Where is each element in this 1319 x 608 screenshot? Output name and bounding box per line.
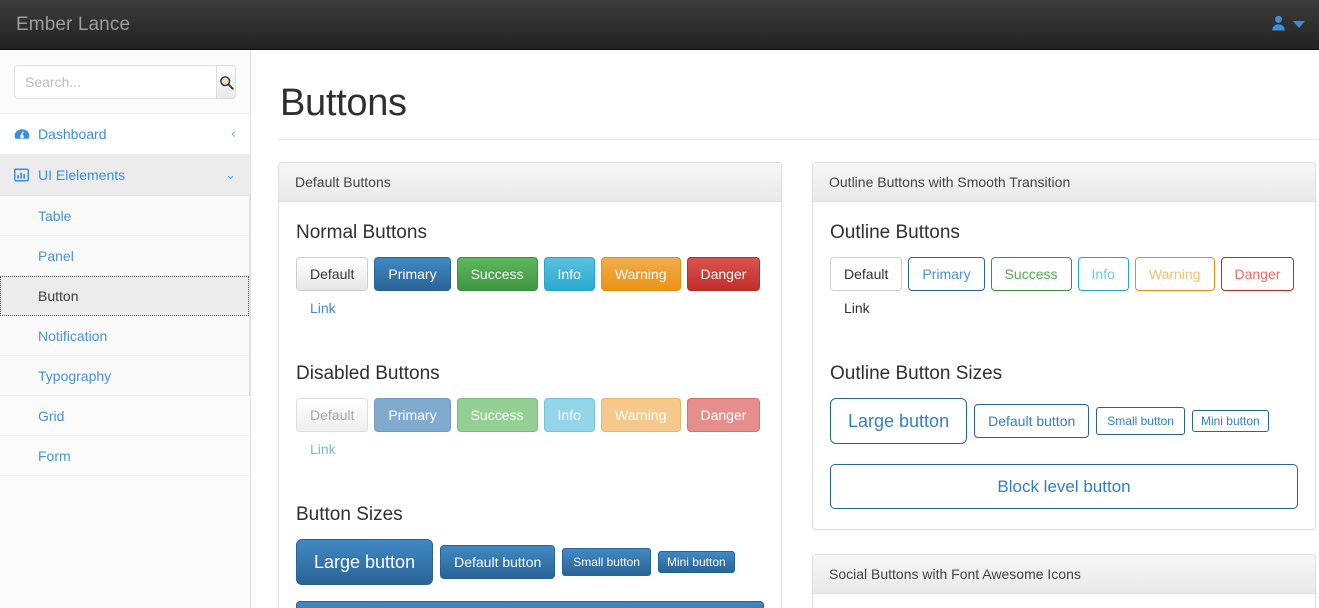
- section-title-disabled-buttons: Disabled Buttons: [296, 363, 440, 384]
- dashboard-icon: [14, 128, 36, 141]
- outline-button-sizes-row: Large button Default button Small button…: [830, 398, 1298, 444]
- panel-body: [813, 594, 1315, 608]
- mini-button[interactable]: Mini button: [657, 551, 735, 573]
- sidebar-subitem-label: Grid: [38, 407, 65, 424]
- page-title: Buttons: [280, 82, 407, 124]
- outline-success-button[interactable]: Success: [990, 257, 1072, 291]
- sidebar-subitem-label: Table: [38, 207, 72, 224]
- navbar-right-group: [1271, 0, 1319, 50]
- sidebar: Dashboard ‹ UI Elelements ⌄ Table Panel …: [0, 50, 251, 608]
- warning-button[interactable]: Warning: [600, 257, 681, 291]
- section-title-outline-buttons: Outline Buttons: [830, 222, 960, 243]
- panels-row: Default Buttons Normal Buttons Default P…: [252, 140, 1319, 608]
- chevron-down-icon[interactable]: ⌄: [225, 169, 236, 182]
- large-button[interactable]: Large button: [296, 539, 434, 585]
- block-level-button[interactable]: Block level button: [296, 601, 764, 608]
- caret-down-icon[interactable]: [1293, 21, 1305, 28]
- primary-button[interactable]: Primary: [374, 257, 451, 291]
- chevron-left-icon[interactable]: ‹: [231, 128, 236, 141]
- outline-large-button[interactable]: Large button: [830, 398, 968, 444]
- section-title-outline-button-sizes: Outline Button Sizes: [830, 363, 1003, 384]
- outline-primary-button[interactable]: Primary: [908, 257, 985, 291]
- panel-heading: Default Buttons: [279, 163, 781, 202]
- disabled-link-button: Link: [296, 432, 350, 466]
- search-input[interactable]: [14, 65, 216, 99]
- success-button[interactable]: Success: [456, 257, 538, 291]
- sidebar-subitem-label: Button: [38, 287, 79, 304]
- outline-warning-button[interactable]: Warning: [1134, 257, 1215, 291]
- sidebar-subitem-label: Notification: [38, 327, 108, 344]
- main-content: Buttons Default Buttons Normal Buttons D…: [252, 50, 1319, 608]
- outline-link-button[interactable]: Link: [830, 291, 884, 325]
- normal-link-row: Link: [296, 291, 764, 325]
- default-size-button[interactable]: Default button: [440, 545, 556, 579]
- sidebar-item-table[interactable]: Table: [0, 196, 249, 236]
- normal-buttons-row: Default Primary Success Info Warning Dan…: [296, 257, 764, 291]
- sidebar-item-notification[interactable]: Notification: [0, 316, 249, 356]
- disabled-warning-button: Warning: [600, 398, 681, 432]
- outline-danger-button[interactable]: Danger: [1220, 257, 1295, 291]
- sidebar-item-label: Dashboard: [38, 126, 107, 142]
- search-icon: [219, 75, 234, 90]
- outline-info-button[interactable]: Info: [1077, 257, 1129, 291]
- sidebar-search: [0, 50, 250, 113]
- button-sizes-row: Large button Default button Small button…: [296, 539, 764, 585]
- brand-title[interactable]: Ember Lance: [0, 15, 130, 34]
- sidebar-item-ui-elements[interactable]: UI Elelements ⌄: [0, 155, 250, 196]
- search-button[interactable]: [216, 65, 236, 99]
- disabled-buttons-row: Default Primary Success Info Warning Dan…: [296, 398, 764, 432]
- default-button[interactable]: Default: [296, 257, 369, 291]
- disabled-link-row: Link: [296, 432, 764, 466]
- sidebar-item-typography[interactable]: Typography: [0, 356, 249, 396]
- sidebar-submenu-tail: Grid Form: [0, 396, 250, 476]
- info-button[interactable]: Info: [543, 257, 595, 291]
- sidebar-nav: Dashboard ‹ UI Elelements ⌄: [0, 113, 250, 196]
- sidebar-item-button[interactable]: Button: [0, 276, 249, 316]
- outline-small-button[interactable]: Small button: [1096, 407, 1185, 435]
- sidebar-item-dashboard[interactable]: Dashboard ‹: [0, 114, 250, 155]
- outline-block-level-button[interactable]: Block level button: [830, 464, 1298, 509]
- small-button[interactable]: Small button: [562, 548, 651, 576]
- danger-button[interactable]: Danger: [686, 257, 761, 291]
- panel-body: Outline Buttons Default Primary Success …: [813, 202, 1315, 529]
- panel-heading: Social Buttons with Font Awesome Icons: [813, 555, 1315, 594]
- outline-default-button[interactable]: Default: [830, 257, 903, 291]
- outline-buttons-panel: Outline Buttons with Smooth Transition O…: [812, 162, 1316, 530]
- disabled-info-button: Info: [543, 398, 595, 432]
- sidebar-item-form[interactable]: Form: [0, 436, 250, 476]
- section-title-button-sizes: Button Sizes: [296, 504, 403, 525]
- right-column: Outline Buttons with Smooth Transition O…: [812, 162, 1316, 608]
- default-buttons-panel: Default Buttons Normal Buttons Default P…: [278, 162, 782, 608]
- panel-body: Normal Buttons Default Primary Success I…: [279, 202, 781, 608]
- sidebar-subitem-label: Typography: [38, 367, 112, 384]
- link-button[interactable]: Link: [296, 291, 350, 325]
- sidebar-item-panel[interactable]: Panel: [0, 236, 249, 276]
- disabled-default-button: Default: [296, 398, 369, 432]
- outline-buttons-row: Default Primary Success Info Warning Dan…: [830, 257, 1298, 291]
- outline-default-size-button[interactable]: Default button: [974, 404, 1090, 438]
- sidebar-item-grid[interactable]: Grid: [0, 396, 250, 436]
- sidebar-submenu: Table Panel Button Notification Typograp…: [0, 196, 250, 396]
- sidebar-subitem-label: Form: [38, 447, 71, 464]
- panel-heading: Outline Buttons with Smooth Transition: [813, 163, 1315, 202]
- sidebar-item-label: UI Elelements: [38, 167, 126, 183]
- disabled-success-button: Success: [456, 398, 538, 432]
- top-navbar: Ember Lance: [0, 0, 1319, 50]
- social-buttons-panel: Social Buttons with Font Awesome Icons: [812, 554, 1316, 608]
- left-column: Default Buttons Normal Buttons Default P…: [278, 162, 782, 608]
- outline-link-row: Link: [830, 291, 1298, 325]
- bar-chart-icon: [14, 168, 36, 182]
- disabled-danger-button: Danger: [686, 398, 761, 432]
- outline-mini-button[interactable]: Mini button: [1191, 410, 1269, 432]
- disabled-primary-button: Primary: [374, 398, 451, 432]
- user-icon[interactable]: [1271, 15, 1286, 34]
- sidebar-subitem-label: Panel: [38, 247, 74, 264]
- section-title-normal-buttons: Normal Buttons: [296, 222, 427, 243]
